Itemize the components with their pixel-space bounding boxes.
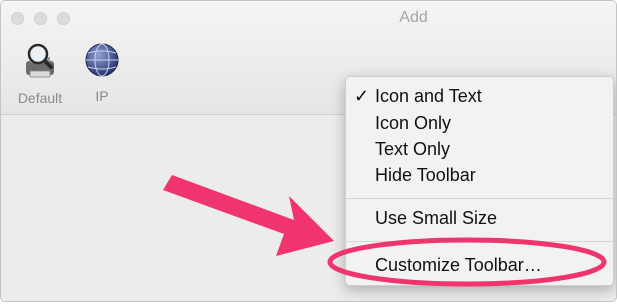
menu-item-use-small-size[interactable]: Use Small Size: [346, 205, 613, 231]
toolbar-item-ip[interactable]: IP: [79, 41, 125, 104]
menu-item-label: Icon Only: [375, 113, 452, 133]
checkmark-icon: ✓: [354, 86, 370, 106]
add-window: Add Default IP ✓ Icon and Text Icon Only…: [0, 0, 617, 302]
globe-icon: [85, 43, 119, 77]
printer-magnifier-icon: [26, 43, 54, 78]
menu-item-icon-only[interactable]: Icon Only: [346, 110, 613, 136]
window-title: Add: [399, 9, 428, 26]
menu-item-hide-toolbar[interactable]: Hide Toolbar: [346, 162, 613, 188]
menu-item-text-only[interactable]: Text Only: [346, 136, 613, 162]
menu-separator: [346, 198, 613, 199]
toolbar-item-label: Default: [17, 90, 63, 106]
menu-item-label: Customize Toolbar…: [375, 255, 542, 275]
toolbar-item-default[interactable]: Default: [11, 41, 69, 106]
menu-item-icon-and-text[interactable]: ✓ Icon and Text: [346, 83, 613, 109]
menu-item-label: Icon and Text: [375, 86, 482, 106]
menu-separator: [346, 241, 613, 242]
menu-item-label: Text Only: [375, 139, 451, 159]
toolbar-context-menu: ✓ Icon and Text Icon Only Text Only Hide…: [345, 76, 614, 286]
menu-item-customize-toolbar[interactable]: Customize Toolbar…: [346, 252, 613, 278]
toolbar-item-label: IP: [95, 88, 109, 104]
menu-item-label: Hide Toolbar: [375, 165, 476, 185]
menu-item-label: Use Small Size: [375, 208, 498, 228]
